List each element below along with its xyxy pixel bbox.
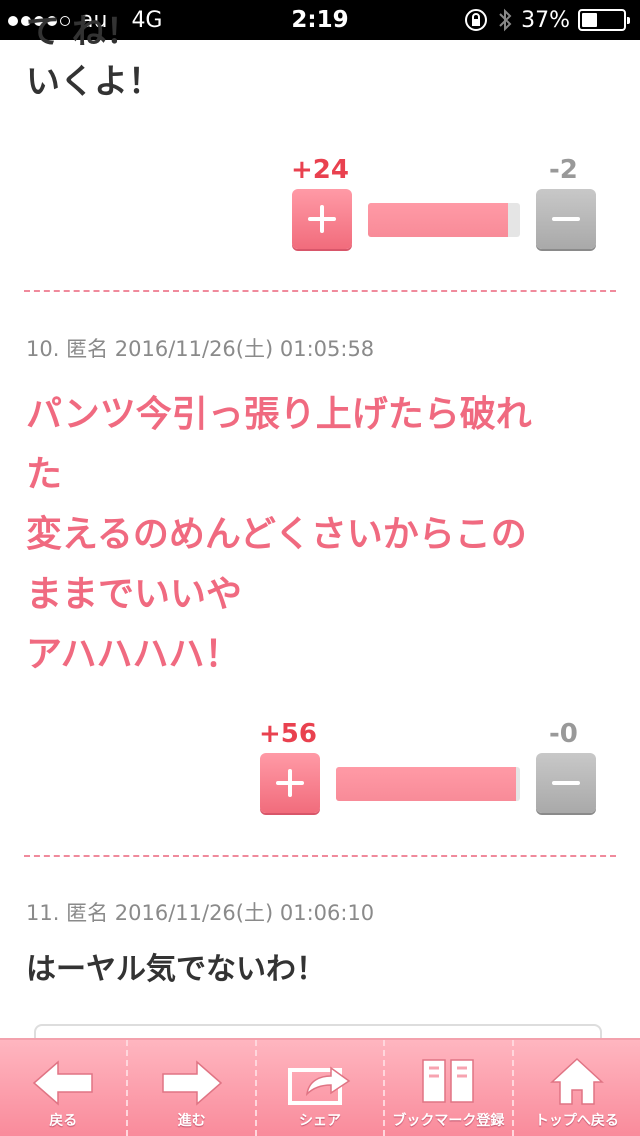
forward-label: 進む: [177, 1113, 206, 1129]
back-button[interactable]: 戻る: [0, 1040, 129, 1136]
comment-line: いくよ！: [26, 62, 162, 102]
share-button[interactable]: シェア: [257, 1040, 386, 1136]
book-icon: [422, 1059, 475, 1103]
minus-count: -0: [549, 719, 578, 749]
vote-ratio-bar: [368, 203, 520, 237]
comment-line: パンツ今引っ張り上げたら破れ: [26, 394, 532, 435]
vote-ratio-bar: [336, 767, 520, 801]
plus-button[interactable]: [292, 189, 352, 249]
bottom-toolbar: 戻る 進む シェア ブックマーク登録 トップへ戻る: [0, 1038, 640, 1136]
bookmark-button[interactable]: ブックマーク登録: [385, 1040, 514, 1136]
share-icon: [288, 1066, 351, 1105]
back-label: 戻る: [49, 1113, 78, 1129]
share-label: シェア: [299, 1113, 342, 1129]
comment-line: 変えるのめんどくさいからこの: [26, 514, 527, 555]
home-icon: [549, 1057, 604, 1105]
minus-count: -2: [549, 155, 578, 185]
bookmark-label: ブックマーク登録: [392, 1113, 505, 1129]
comment-line: た: [26, 454, 63, 495]
screen: au 4G 2:19 37% て ね！ いくよ！ +24 -2 10. 匿名 2…: [0, 0, 640, 1136]
plus-count: +24: [291, 155, 349, 185]
divider: [24, 855, 616, 857]
comment-line: ままでいいや: [26, 574, 243, 615]
comment-line: はーヤル気でないわ！: [26, 952, 326, 987]
comment-10-text: パンツ今引っ張り上げたら破れ た 変えるのめんどくさいからこの ままでいいや ア…: [26, 385, 596, 685]
forward-button[interactable]: 進む: [128, 1040, 257, 1136]
top-label: トップへ戻る: [534, 1113, 619, 1129]
comment-line: アハハハハ！: [26, 634, 241, 675]
minus-button[interactable]: [536, 753, 596, 813]
top-button[interactable]: トップへ戻る: [514, 1040, 640, 1136]
plus-count: +56: [259, 719, 317, 749]
arrow-right-icon: [161, 1060, 222, 1106]
plus-button[interactable]: [260, 753, 320, 813]
comment-line: て ね！: [26, 12, 140, 52]
comment-meta: 11. 匿名 2016/11/26(土) 01:06:10: [26, 901, 375, 925]
comment-meta: 10. 匿名 2016/11/26(土) 01:05:58: [26, 337, 375, 361]
divider: [24, 290, 616, 292]
arrow-left-icon: [33, 1060, 93, 1106]
comment-11-text: はーヤル気でないわ！: [26, 940, 596, 1000]
minus-button[interactable]: [536, 189, 596, 249]
comment-9-text: て ね！ いくよ！: [26, 12, 596, 112]
